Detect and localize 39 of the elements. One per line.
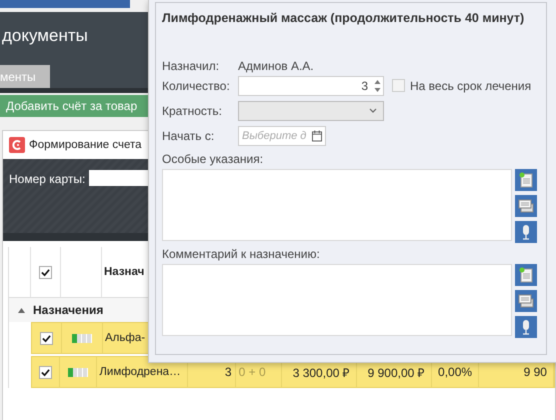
prescribed-by-value: Админов А.А. bbox=[238, 59, 314, 73]
voice-input-button[interactable] bbox=[515, 221, 537, 243]
popup-title: Лимфодренажный массаж (продолжительность 40 минут) bbox=[162, 10, 526, 25]
start-date-label: Начать с: bbox=[162, 128, 216, 142]
prescribed-by-label: Назначил: bbox=[162, 59, 220, 73]
whole-course-label: На весь срок лечения bbox=[410, 78, 532, 92]
card-number-field[interactable] bbox=[89, 170, 150, 186]
quantity-field[interactable]: 3 bbox=[238, 76, 384, 96]
level-meter bbox=[72, 334, 92, 342]
template-add-button[interactable] bbox=[515, 264, 537, 286]
stacked-pages-icon bbox=[518, 293, 534, 309]
special-instructions-field[interactable] bbox=[162, 169, 512, 241]
page-title: документы bbox=[1, 25, 88, 46]
document-add-icon bbox=[518, 267, 534, 283]
level-meter bbox=[68, 368, 88, 376]
select-all-checkbox[interactable] bbox=[39, 266, 52, 278]
special-instructions-label: Особые указания: bbox=[162, 151, 264, 168]
chevron-down-icon bbox=[369, 108, 377, 113]
window-title: Формирование счета bbox=[29, 139, 142, 151]
collapse-icon[interactable] bbox=[18, 308, 25, 312]
row-checkbox[interactable] bbox=[40, 332, 53, 344]
group-label: Назначения bbox=[33, 303, 104, 317]
voice-input-button[interactable] bbox=[515, 316, 537, 338]
quantity-label: Количество: bbox=[162, 78, 231, 92]
comment-field[interactable] bbox=[162, 264, 512, 336]
tab[interactable]: менты bbox=[0, 65, 50, 88]
row-checkbox[interactable] bbox=[38, 366, 52, 378]
card-number-label: Номер карты: bbox=[9, 171, 86, 188]
start-date-field[interactable]: Выберите д bbox=[238, 126, 326, 146]
stacked-pages-icon bbox=[518, 198, 534, 214]
spinner-arrows-icon[interactable] bbox=[374, 78, 381, 92]
document-add-icon bbox=[518, 172, 534, 188]
template-add-button[interactable] bbox=[515, 169, 537, 191]
templates-button[interactable] bbox=[515, 290, 537, 312]
templates-button[interactable] bbox=[515, 195, 537, 217]
app-logo-icon bbox=[9, 137, 25, 153]
calendar-icon[interactable] bbox=[312, 130, 322, 142]
whole-course-checkbox[interactable] bbox=[392, 79, 405, 92]
comment-label: Комментарий к назначению: bbox=[162, 246, 321, 263]
